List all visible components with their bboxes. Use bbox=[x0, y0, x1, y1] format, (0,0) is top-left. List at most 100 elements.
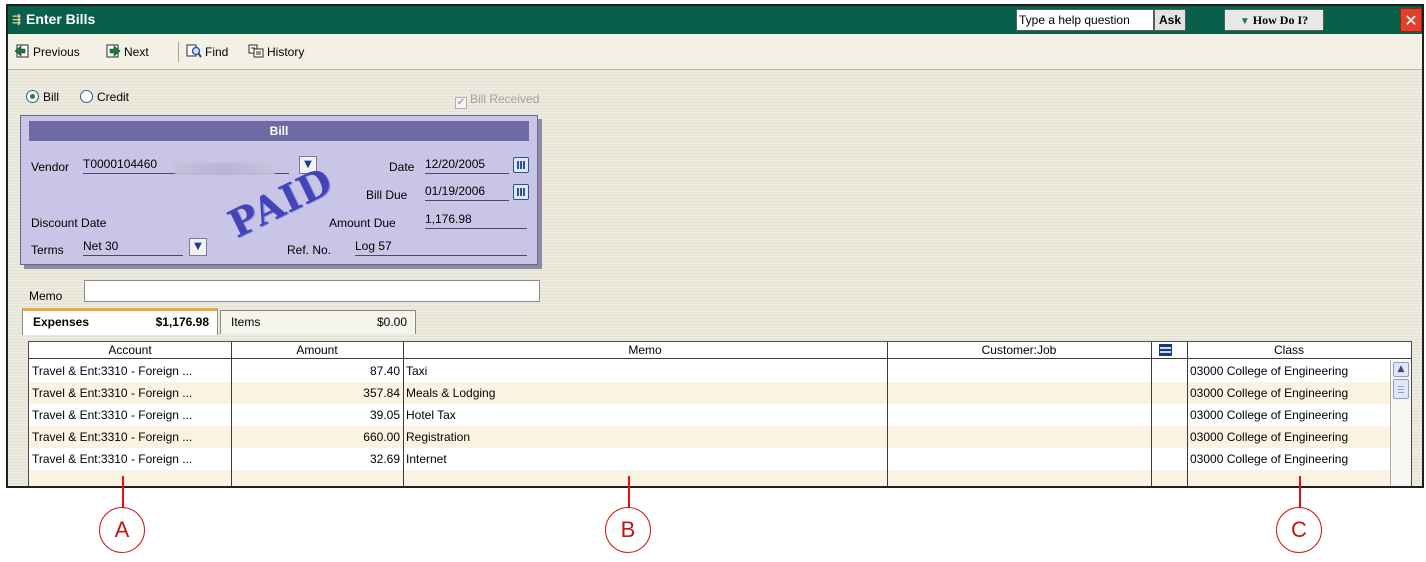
cell-class[interactable]: 03000 College of Engineering bbox=[1187, 382, 1391, 404]
date-calendar-icon[interactable] bbox=[513, 157, 529, 173]
date-label: Date bbox=[389, 160, 415, 174]
tab-expenses[interactable]: Expenses $1,176.98 bbox=[22, 308, 218, 335]
tab-items[interactable]: Items $0.00 bbox=[220, 310, 416, 334]
cell-customer-job[interactable] bbox=[887, 448, 1151, 470]
next-icon bbox=[106, 44, 121, 58]
annotation-pointer-a bbox=[122, 476, 124, 508]
history-icon bbox=[248, 44, 264, 58]
terms-dropdown-button[interactable]: ▼ bbox=[189, 238, 207, 256]
cell-customer-job[interactable] bbox=[887, 426, 1151, 448]
ref-no-field[interactable]: Log 57 bbox=[355, 238, 527, 256]
scroll-thumb[interactable] bbox=[1393, 379, 1409, 399]
cell-class[interactable]: 03000 College of Engineering bbox=[1187, 404, 1391, 426]
tab-expenses-amount: $1,176.98 bbox=[155, 315, 209, 329]
cell-class[interactable]: 03000 College of Engineering bbox=[1187, 360, 1391, 382]
annotation-marker-b: B bbox=[605, 507, 651, 553]
scroll-up-icon[interactable]: ▲ bbox=[1393, 362, 1409, 377]
expenses-grid: Account Amount Memo Customer:Job Class T… bbox=[28, 341, 1412, 486]
cell-amount[interactable]: 32.69 bbox=[231, 448, 403, 470]
previous-button[interactable]: Previous bbox=[14, 43, 80, 61]
chevron-down-icon: ▼ bbox=[194, 241, 202, 252]
bill-radio[interactable]: Bill bbox=[26, 90, 59, 104]
cell-account[interactable]: Travel & Ent:3310 - Foreign ... bbox=[29, 426, 231, 448]
bill-header: Bill bbox=[29, 121, 529, 141]
triangle-down-icon: ▼ bbox=[1239, 16, 1250, 27]
next-label: Next bbox=[124, 45, 149, 59]
annotation-pointer-c bbox=[1299, 476, 1301, 508]
find-button[interactable]: Find bbox=[186, 43, 228, 61]
column-header-amount[interactable]: Amount bbox=[231, 342, 403, 359]
cell-class[interactable]: 03000 College of Engineering bbox=[1187, 426, 1391, 448]
radio-selected-icon bbox=[26, 90, 39, 103]
column-header-class[interactable]: Class bbox=[1187, 342, 1391, 359]
toolbar: Previous Next Find History bbox=[8, 34, 1422, 70]
ref-no-label: Ref. No. bbox=[287, 243, 332, 257]
column-header-memo[interactable]: Memo bbox=[403, 342, 887, 359]
bill-due-calendar-icon[interactable] bbox=[513, 184, 529, 200]
credit-radio[interactable]: Credit bbox=[80, 90, 129, 104]
app-icon: ⇶ bbox=[12, 13, 22, 26]
radio-unselected-icon bbox=[80, 90, 93, 103]
ref-no-value: Log 57 bbox=[355, 239, 392, 253]
enter-bills-window: ⇶ Enter Bills Type a help question Ask ▼… bbox=[6, 4, 1424, 488]
find-label: Find bbox=[205, 45, 229, 59]
cell-amount[interactable]: 87.40 bbox=[231, 360, 403, 382]
history-button[interactable]: History bbox=[248, 43, 304, 61]
cell-memo[interactable]: Internet bbox=[403, 448, 887, 470]
amount-due-label: Amount Due bbox=[329, 216, 396, 230]
column-divider bbox=[231, 342, 232, 486]
bill-received-label: Bill Received bbox=[470, 92, 540, 106]
toolbar-separator bbox=[178, 42, 179, 62]
grid-scrollbar[interactable]: ▲ bbox=[1390, 360, 1411, 486]
tab-items-amount: $0.00 bbox=[376, 315, 407, 329]
cell-amount[interactable]: 660.00 bbox=[231, 426, 403, 448]
ask-button[interactable]: Ask bbox=[1154, 9, 1186, 31]
cell-customer-job[interactable] bbox=[887, 382, 1151, 404]
terms-field[interactable]: Net 30 bbox=[83, 238, 183, 256]
cell-account[interactable]: Travel & Ent:3310 - Foreign ... bbox=[29, 360, 231, 382]
billable-column-icon[interactable] bbox=[1159, 344, 1172, 356]
history-label: History bbox=[267, 45, 305, 59]
column-divider bbox=[1187, 342, 1188, 486]
discount-date-label: Discount Date bbox=[31, 216, 107, 230]
tab-items-label: Items bbox=[231, 315, 261, 329]
cell-memo[interactable]: Registration bbox=[403, 426, 887, 448]
cell-amount[interactable]: 39.05 bbox=[231, 404, 403, 426]
previous-label: Previous bbox=[33, 45, 80, 59]
bill-due-value: 01/19/2006 bbox=[425, 184, 486, 198]
cell-account[interactable]: Travel & Ent:3310 - Foreign ... bbox=[29, 448, 231, 470]
terms-value: Net 30 bbox=[83, 239, 119, 253]
cell-account[interactable]: Travel & Ent:3310 - Foreign ... bbox=[29, 382, 231, 404]
cell-memo[interactable]: Taxi bbox=[403, 360, 887, 382]
cell-memo[interactable]: Meals & Lodging bbox=[403, 382, 887, 404]
close-button[interactable]: ✕ bbox=[1400, 8, 1422, 32]
date-field[interactable]: 12/20/2005 bbox=[425, 156, 509, 174]
how-do-i-button[interactable]: ▼ How Do I? bbox=[1224, 9, 1324, 31]
column-header-account[interactable]: Account bbox=[29, 342, 231, 359]
previous-icon bbox=[14, 44, 29, 58]
cell-customer-job[interactable] bbox=[887, 404, 1151, 426]
next-button[interactable]: Next bbox=[105, 43, 149, 61]
bill-received-checkbox[interactable]: ✔ Bill Received bbox=[455, 92, 539, 109]
cell-class[interactable]: 03000 College of Engineering bbox=[1187, 448, 1391, 470]
amount-due-value: 1,176.98 bbox=[425, 212, 472, 226]
credit-radio-label: Credit bbox=[97, 90, 130, 104]
title-bar: ⇶ Enter Bills Type a help question Ask ▼… bbox=[8, 6, 1422, 34]
bill-due-label: Bill Due bbox=[366, 188, 408, 202]
find-icon bbox=[186, 44, 202, 58]
amount-due-field[interactable]: 1,176.98 bbox=[425, 211, 527, 229]
terms-label: Terms bbox=[31, 243, 64, 257]
bill-panel: Bill Vendor T0000104460 ▼ Date 12/20/200… bbox=[20, 115, 538, 265]
memo-input[interactable] bbox=[84, 280, 540, 302]
cell-customer-job[interactable] bbox=[887, 360, 1151, 382]
redacted-vendor-name bbox=[175, 163, 275, 175]
vendor-label: Vendor bbox=[31, 160, 70, 174]
column-header-customer-job[interactable]: Customer:Job bbox=[887, 342, 1151, 359]
bill-due-field[interactable]: 01/19/2006 bbox=[425, 183, 509, 201]
help-question-input[interactable]: Type a help question bbox=[1016, 9, 1154, 31]
how-do-i-label: How Do I? bbox=[1252, 13, 1309, 27]
cell-amount[interactable]: 357.84 bbox=[231, 382, 403, 404]
cell-memo[interactable]: Hotel Tax bbox=[403, 404, 887, 426]
window-title: Enter Bills bbox=[26, 11, 96, 27]
cell-account[interactable]: Travel & Ent:3310 - Foreign ... bbox=[29, 404, 231, 426]
